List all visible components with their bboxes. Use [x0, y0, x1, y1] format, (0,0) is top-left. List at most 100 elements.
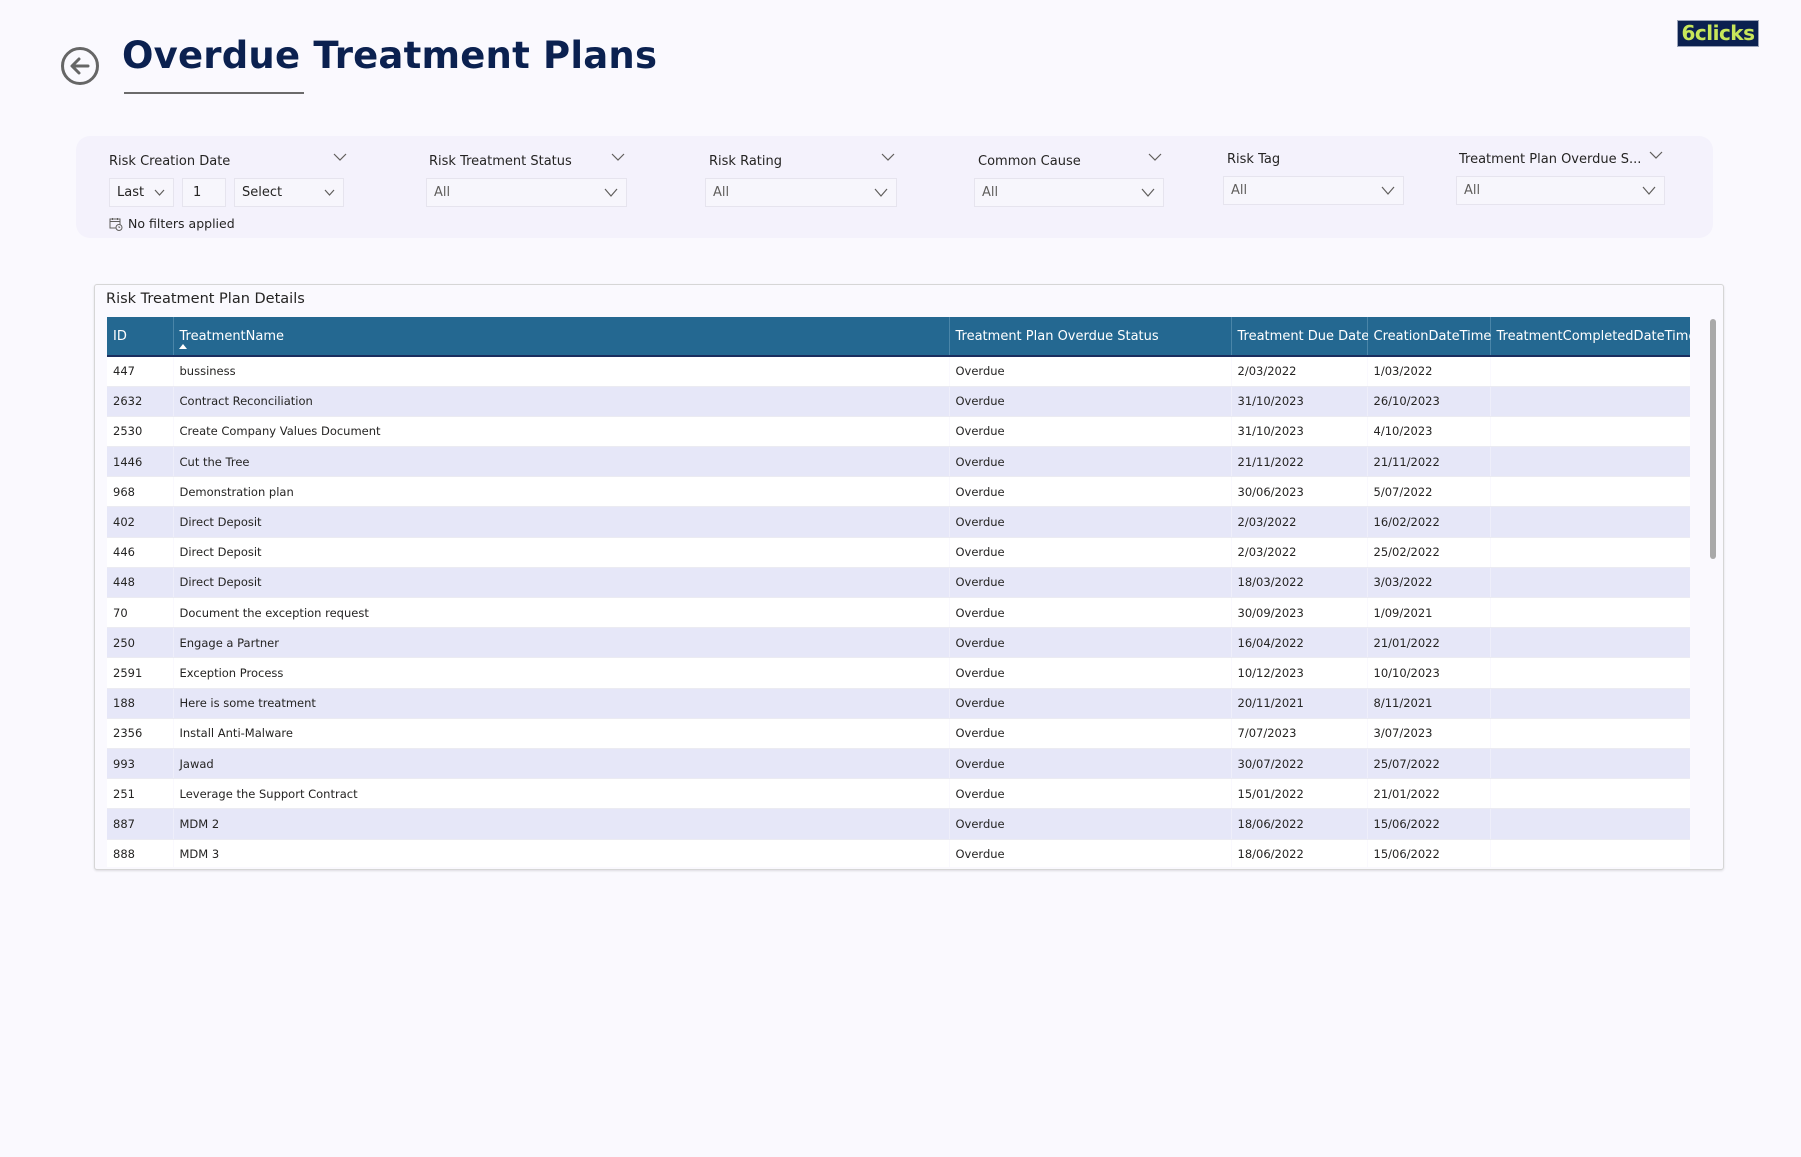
column-header-label: Treatment Due Date	[1237, 328, 1370, 344]
cell-due-date: 30/06/2023	[1231, 476, 1367, 508]
cell-id: 1446	[107, 446, 174, 478]
cell-creation-date: 4/10/2023	[1367, 416, 1490, 448]
cell-id: 2530	[107, 416, 173, 448]
column-header-creation-date[interactable]: CreationDateTime	[1367, 317, 1491, 357]
cell-creation-date: 16/02/2022	[1367, 506, 1491, 538]
risk-treatment-status-dropdown[interactable]: All	[426, 178, 627, 207]
slicer-title: Risk Rating	[709, 154, 782, 169]
cell-overdue-status: Overdue	[949, 839, 1231, 867]
date-unit-dropdown[interactable]: Select	[234, 178, 344, 207]
table-scroll-area: ID TreatmentName Treatment Plan Overdue St…	[107, 317, 1690, 867]
cell-treatment-name: Install Anti-Malware	[173, 718, 949, 749]
cell-treatment-name: Contract Reconciliation	[173, 386, 950, 417]
table-row[interactable]: 968 Demonstration plan Overdue 30/06/2023 5/…	[107, 476, 1690, 508]
cell-creation-date: 21/01/2022	[1367, 627, 1491, 659]
chevron-down-icon[interactable]	[1649, 150, 1663, 160]
chevron-down-icon[interactable]	[333, 152, 347, 162]
cell-treatment-name: Direct Deposit	[173, 506, 950, 538]
column-header-label: TreatmentName	[179, 328, 285, 344]
cell-completed-date	[1490, 748, 1690, 780]
cell-id: 888	[107, 839, 173, 867]
table-row[interactable]: 70 Document the exception request Overdue 3…	[107, 597, 1690, 629]
cell-overdue-status: Overdue	[949, 748, 1232, 780]
slicer-title: Common Cause	[978, 154, 1081, 169]
date-filter-status: No filters applied	[109, 216, 235, 231]
table-row[interactable]: 250 Engage a Partner Overdue 16/04/2022 21/0…	[107, 627, 1690, 659]
table-row[interactable]: 402 Direct Deposit Overdue 2/03/2022 16/02/2…	[107, 506, 1690, 538]
column-header-completed-date[interactable]: TreatmentCompletedDateTime	[1490, 317, 1690, 357]
table-row[interactable]: 2530 Create Company Values Document Overdu…	[107, 416, 1690, 448]
cell-overdue-status: Overdue	[949, 386, 1232, 417]
cell-overdue-status: Overdue	[949, 537, 1231, 568]
dropdown-value: All	[982, 185, 999, 200]
table-row[interactable]: 2591 Exception Process Overdue 10/12/2023 10…	[107, 657, 1690, 689]
chevron-down-icon[interactable]	[881, 152, 895, 162]
cell-overdue-status: Overdue	[949, 778, 1231, 810]
title-underline	[124, 92, 304, 94]
column-header-label: ID	[113, 328, 127, 344]
cell-due-date: 30/09/2023	[1231, 597, 1367, 629]
table-row[interactable]: 993 Jawad Overdue 30/07/2022 25/07/2022	[107, 748, 1690, 780]
cell-id: 448	[107, 567, 174, 599]
cell-due-date: 15/01/2022	[1231, 778, 1367, 810]
table-row[interactable]: 446 Direct Deposit Overdue 2/03/2022 25/02/2…	[107, 537, 1690, 568]
cell-completed-date	[1490, 386, 1690, 417]
cell-creation-date: 3/03/2022	[1367, 567, 1491, 599]
no-filters-text: No filters applied	[128, 216, 235, 231]
column-header-id[interactable]: ID	[107, 317, 174, 357]
cell-id: 887	[107, 808, 174, 840]
visual-title: Risk Treatment Plan Details	[106, 291, 305, 307]
dropdown-value: All	[434, 185, 451, 200]
date-count-input[interactable]: 1	[182, 178, 226, 207]
cell-treatment-name: Direct Deposit	[173, 537, 949, 568]
table-row[interactable]: 1446 Cut the Tree Overdue 21/11/2022 21/11/2…	[107, 446, 1690, 478]
cell-overdue-status: Overdue	[949, 597, 1231, 629]
cell-treatment-name: MDM 2	[173, 808, 950, 840]
table-row[interactable]: 2356 Install Anti-Malware Overdue 7/07/2023…	[107, 718, 1690, 749]
cell-id: 2632	[107, 386, 174, 417]
chevron-down-icon	[1141, 188, 1155, 197]
column-header-due-date[interactable]: Treatment Due Date	[1231, 317, 1370, 357]
cell-overdue-status: Overdue	[949, 657, 1231, 689]
treatment-plan-table: ID TreatmentName Treatment Plan Overdue St…	[107, 317, 1690, 867]
cell-completed-date	[1490, 416, 1690, 448]
cell-completed-date	[1490, 657, 1690, 689]
cell-id: 402	[107, 506, 174, 538]
back-button[interactable]	[61, 47, 99, 85]
table-row[interactable]: 888 MDM 3 Overdue 18/06/2022 15/06/2022	[107, 839, 1690, 867]
chevron-down-icon[interactable]	[1148, 152, 1162, 162]
cell-id: 70	[107, 597, 173, 629]
sort-ascending-icon	[178, 344, 187, 349]
dropdown-value: All	[1231, 183, 1248, 198]
page-title: Overdue Treatment Plans	[122, 34, 658, 77]
cell-due-date: 16/04/2022	[1231, 627, 1368, 659]
table-row[interactable]: 2632 Contract Reconciliation Overdue 31/10/…	[107, 386, 1690, 417]
table-row[interactable]: 188 Here is some treatment Overdue 20/11/20…	[107, 688, 1690, 719]
treatment-plan-overdue-status-dropdown[interactable]: All	[1456, 176, 1665, 205]
date-period-dropdown[interactable]: Last	[109, 178, 174, 207]
table-row[interactable]: 447 bussiness Overdue 2/03/2022 1/03/2022	[107, 356, 1690, 387]
cell-completed-date	[1490, 688, 1690, 719]
cell-overdue-status: Overdue	[949, 446, 1232, 478]
table-row[interactable]: 887 MDM 2 Overdue 18/06/2022 15/06/2022	[107, 808, 1690, 840]
column-header-overdue-status[interactable]: Treatment Plan Overdue Status	[949, 317, 1232, 357]
chevron-down-icon[interactable]	[611, 152, 625, 162]
common-cause-dropdown[interactable]: All	[974, 178, 1164, 207]
scrollbar-thumb[interactable]	[1710, 319, 1716, 559]
chevron-down-icon	[874, 188, 888, 197]
column-header-treatment-name[interactable]: TreatmentName	[173, 317, 950, 357]
cell-due-date: 18/03/2022	[1231, 567, 1368, 599]
cell-overdue-status: Overdue	[949, 808, 1232, 840]
cell-creation-date: 21/11/2022	[1367, 446, 1491, 478]
cell-due-date: 2/03/2022	[1231, 356, 1367, 387]
vertical-scrollbar[interactable]	[1707, 317, 1719, 867]
cell-id: 2356	[107, 718, 173, 749]
cell-completed-date	[1490, 506, 1690, 538]
table-row[interactable]: 251 Leverage the Support Contract Overdue 1…	[107, 778, 1690, 810]
risk-rating-dropdown[interactable]: All	[705, 178, 897, 207]
risk-tag-dropdown[interactable]: All	[1223, 176, 1404, 205]
table-row[interactable]: 448 Direct Deposit Overdue 18/03/2022 3/03/2…	[107, 567, 1690, 599]
slicer-title: Risk Tag	[1227, 152, 1281, 167]
arrow-left-icon	[70, 57, 90, 75]
cell-creation-date: 15/06/2022	[1367, 808, 1491, 840]
